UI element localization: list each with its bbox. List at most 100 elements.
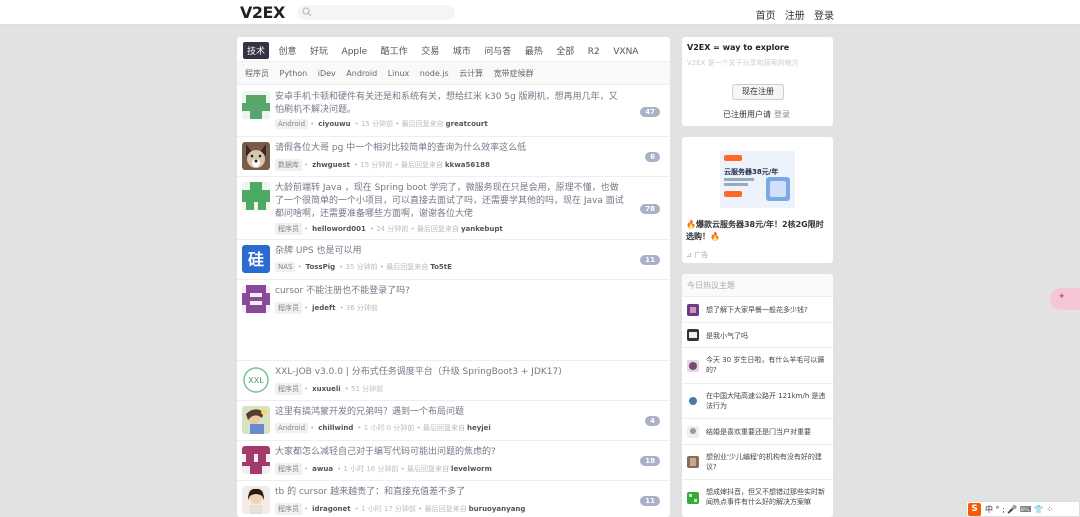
- avatar[interactable]: [242, 91, 270, 119]
- tab-creative[interactable]: 创意: [275, 42, 301, 59]
- subtab-python[interactable]: Python: [280, 62, 308, 86]
- hot-topic-title[interactable]: 今天 30 岁生日啦，有什么羊毛可以薅的?: [706, 355, 826, 375]
- ime-status[interactable]: 中 ° ; 🎤 ⌨ 👕 ⁘: [985, 504, 1053, 515]
- last-reply-user[interactable]: greatcourt: [446, 120, 488, 128]
- hot-topic-item[interactable]: 在中国大陆高速公路开 121km/h 是违法行为: [682, 384, 833, 419]
- floating-helper-button[interactable]: ✦: [1050, 288, 1080, 310]
- author-link[interactable]: ciyouwu: [318, 120, 350, 128]
- reply-count-badge[interactable]: 6: [645, 152, 660, 162]
- nav-home[interactable]: 首页: [756, 11, 776, 22]
- avatar[interactable]: 硅: [242, 245, 270, 273]
- hot-topic-title[interactable]: 是我小气了吗: [706, 331, 826, 341]
- reply-count-badge[interactable]: 47: [640, 107, 660, 117]
- avatar[interactable]: [687, 329, 699, 341]
- node-tag[interactable]: NAS: [275, 262, 296, 272]
- node-tag[interactable]: 程序员: [275, 383, 302, 395]
- author-link[interactable]: zhwguest: [312, 161, 350, 169]
- subtab-broadband[interactable]: 宽带症候群: [494, 62, 534, 86]
- author-link[interactable]: jedeft: [312, 304, 335, 312]
- last-reply-user[interactable]: levelworm: [451, 465, 492, 473]
- hot-topic-title[interactable]: 想成婶抖音，但又不想错过那些实时新闻热点事件有什么好的解决方案嘛: [706, 487, 826, 507]
- author-link[interactable]: helloword001: [312, 225, 366, 233]
- tab-play[interactable]: 好玩: [306, 42, 332, 59]
- nav-login[interactable]: 登录: [814, 11, 834, 22]
- subtab-idev[interactable]: iDev: [318, 62, 336, 86]
- avatar[interactable]: [687, 360, 699, 372]
- tab-apple[interactable]: Apple: [338, 45, 372, 59]
- author-link[interactable]: chillwind: [318, 424, 353, 432]
- login-link[interactable]: 登录: [774, 110, 790, 119]
- topic-title[interactable]: 安卓手机卡顿和硬件有关还是和系统有关，想给红米 k30 5g 版刷机，想再用几年…: [275, 91, 625, 117]
- node-tag[interactable]: Android: [275, 423, 309, 433]
- topic-title[interactable]: 请假各位大哥 pg 中一个相对比较简单的查询为什么效率这么低: [275, 142, 625, 155]
- avatar[interactable]: [242, 182, 270, 210]
- tab-deals[interactable]: 交易: [417, 42, 443, 59]
- node-tag[interactable]: 数据库: [275, 159, 302, 171]
- hot-topic-title[interactable]: 在中国大陆高速公路开 121km/h 是违法行为: [706, 391, 826, 411]
- avatar[interactable]: [242, 142, 270, 170]
- hot-topic-title[interactable]: 想创业'少儿编程'的机构有没有好的建议?: [706, 452, 826, 472]
- last-reply-user[interactable]: buruoyanyang: [469, 505, 526, 513]
- topic-title[interactable]: XXL-JOB v3.0.0 | 分布式任务调度平台（升级 SpringBoot…: [275, 366, 625, 379]
- avatar[interactable]: [687, 304, 699, 316]
- ad-banner-image[interactable]: 云服务器38元/年: [720, 151, 795, 208]
- tab-qna[interactable]: 问与答: [480, 42, 515, 59]
- topic-title[interactable]: 大家都怎么减轻自己对于编写代码可能出问题的焦虑的?: [275, 446, 625, 459]
- node-tag[interactable]: 程序员: [275, 223, 302, 235]
- subtab-cloud[interactable]: 云计算: [459, 62, 483, 86]
- ime-toolbar[interactable]: S 中 ° ; 🎤 ⌨ 👕 ⁘: [966, 501, 1080, 517]
- last-reply-user[interactable]: yankebupt: [461, 225, 503, 233]
- tab-vxna[interactable]: VXNA: [609, 45, 642, 59]
- node-tag[interactable]: 程序员: [275, 463, 302, 475]
- topic-title[interactable]: tb 的 cursor 越来越贵了：和直接充值差不多了: [275, 486, 625, 499]
- register-button[interactable]: 现在注册: [732, 84, 784, 100]
- subtab-android[interactable]: Android: [346, 62, 377, 86]
- tab-tech[interactable]: 技术: [243, 42, 270, 59]
- hot-topic-title[interactable]: 想了解下大家早餐一般花多少钱?: [706, 305, 826, 315]
- avatar[interactable]: [687, 492, 699, 504]
- reply-count-badge[interactable]: 11: [640, 255, 660, 265]
- avatar[interactable]: [687, 426, 699, 438]
- reply-count-badge[interactable]: 18: [640, 456, 660, 466]
- topic-title[interactable]: cursor 不能注册也不能登录了吗?: [275, 285, 625, 298]
- reply-count-badge[interactable]: 4: [645, 416, 660, 426]
- reply-count-badge[interactable]: 78: [640, 204, 660, 214]
- tab-r2[interactable]: R2: [584, 45, 604, 59]
- hot-topic-item[interactable]: 想创业'少儿编程'的机构有没有好的建议?: [682, 445, 833, 480]
- author-link[interactable]: awua: [312, 465, 333, 473]
- reply-count-badge[interactable]: 11: [640, 496, 660, 506]
- last-reply-user[interactable]: To5tE: [430, 263, 452, 271]
- node-tag[interactable]: Android: [275, 119, 309, 129]
- hot-topic-item[interactable]: 想成婶抖音，但又不想错过那些实时新闻热点事件有什么好的解决方案嘛: [682, 480, 833, 517]
- last-reply-user[interactable]: heyjei: [467, 424, 491, 432]
- site-logo[interactable]: V2EX: [240, 3, 285, 22]
- hot-topic-item[interactable]: 想了解下大家早餐一般花多少钱?: [682, 297, 833, 323]
- subtab-linux[interactable]: Linux: [388, 62, 410, 86]
- author-link[interactable]: TossPig: [306, 263, 336, 271]
- topic-title[interactable]: 大龄前端转 Java ，现在 Spring boot 学完了，微服务现在只是会用…: [275, 182, 625, 221]
- ad-text[interactable]: 🔥爆款云服务器38元/年！2核2G限时选购！🔥: [686, 219, 831, 243]
- topic-title[interactable]: 这里有搞鸿蒙开发的兄弟吗？遇到一个布局问题: [275, 406, 625, 419]
- last-reply-user[interactable]: kkwa56188: [445, 161, 490, 169]
- search-input[interactable]: [297, 5, 455, 20]
- subtab-nodejs[interactable]: node.js: [420, 62, 449, 86]
- tab-jobs[interactable]: 酷工作: [377, 42, 412, 59]
- hot-topic-item[interactable]: 是我小气了吗: [682, 323, 833, 348]
- avatar[interactable]: [242, 406, 270, 434]
- author-link[interactable]: idragonet: [312, 505, 350, 513]
- hot-topic-item[interactable]: 今天 30 岁生日啦，有什么羊毛可以薅的?: [682, 348, 833, 384]
- node-tag[interactable]: 程序员: [275, 503, 302, 515]
- avatar[interactable]: [242, 486, 270, 514]
- avatar[interactable]: [687, 395, 699, 407]
- node-tag[interactable]: 程序员: [275, 302, 302, 314]
- avatar[interactable]: [242, 446, 270, 474]
- hot-topic-title[interactable]: 结婚是喜欢重要还是门当户对重要: [706, 427, 826, 437]
- ime-logo-icon[interactable]: S: [968, 503, 981, 516]
- avatar[interactable]: XXL: [242, 366, 270, 394]
- tab-hot[interactable]: 最热: [521, 42, 547, 59]
- subtab-programmer[interactable]: 程序员: [245, 62, 269, 86]
- avatar[interactable]: [687, 456, 699, 468]
- topic-title[interactable]: 杂牌 UPS 也是可以用: [275, 245, 625, 258]
- avatar[interactable]: [242, 285, 270, 313]
- author-link[interactable]: xuxueli: [312, 385, 341, 393]
